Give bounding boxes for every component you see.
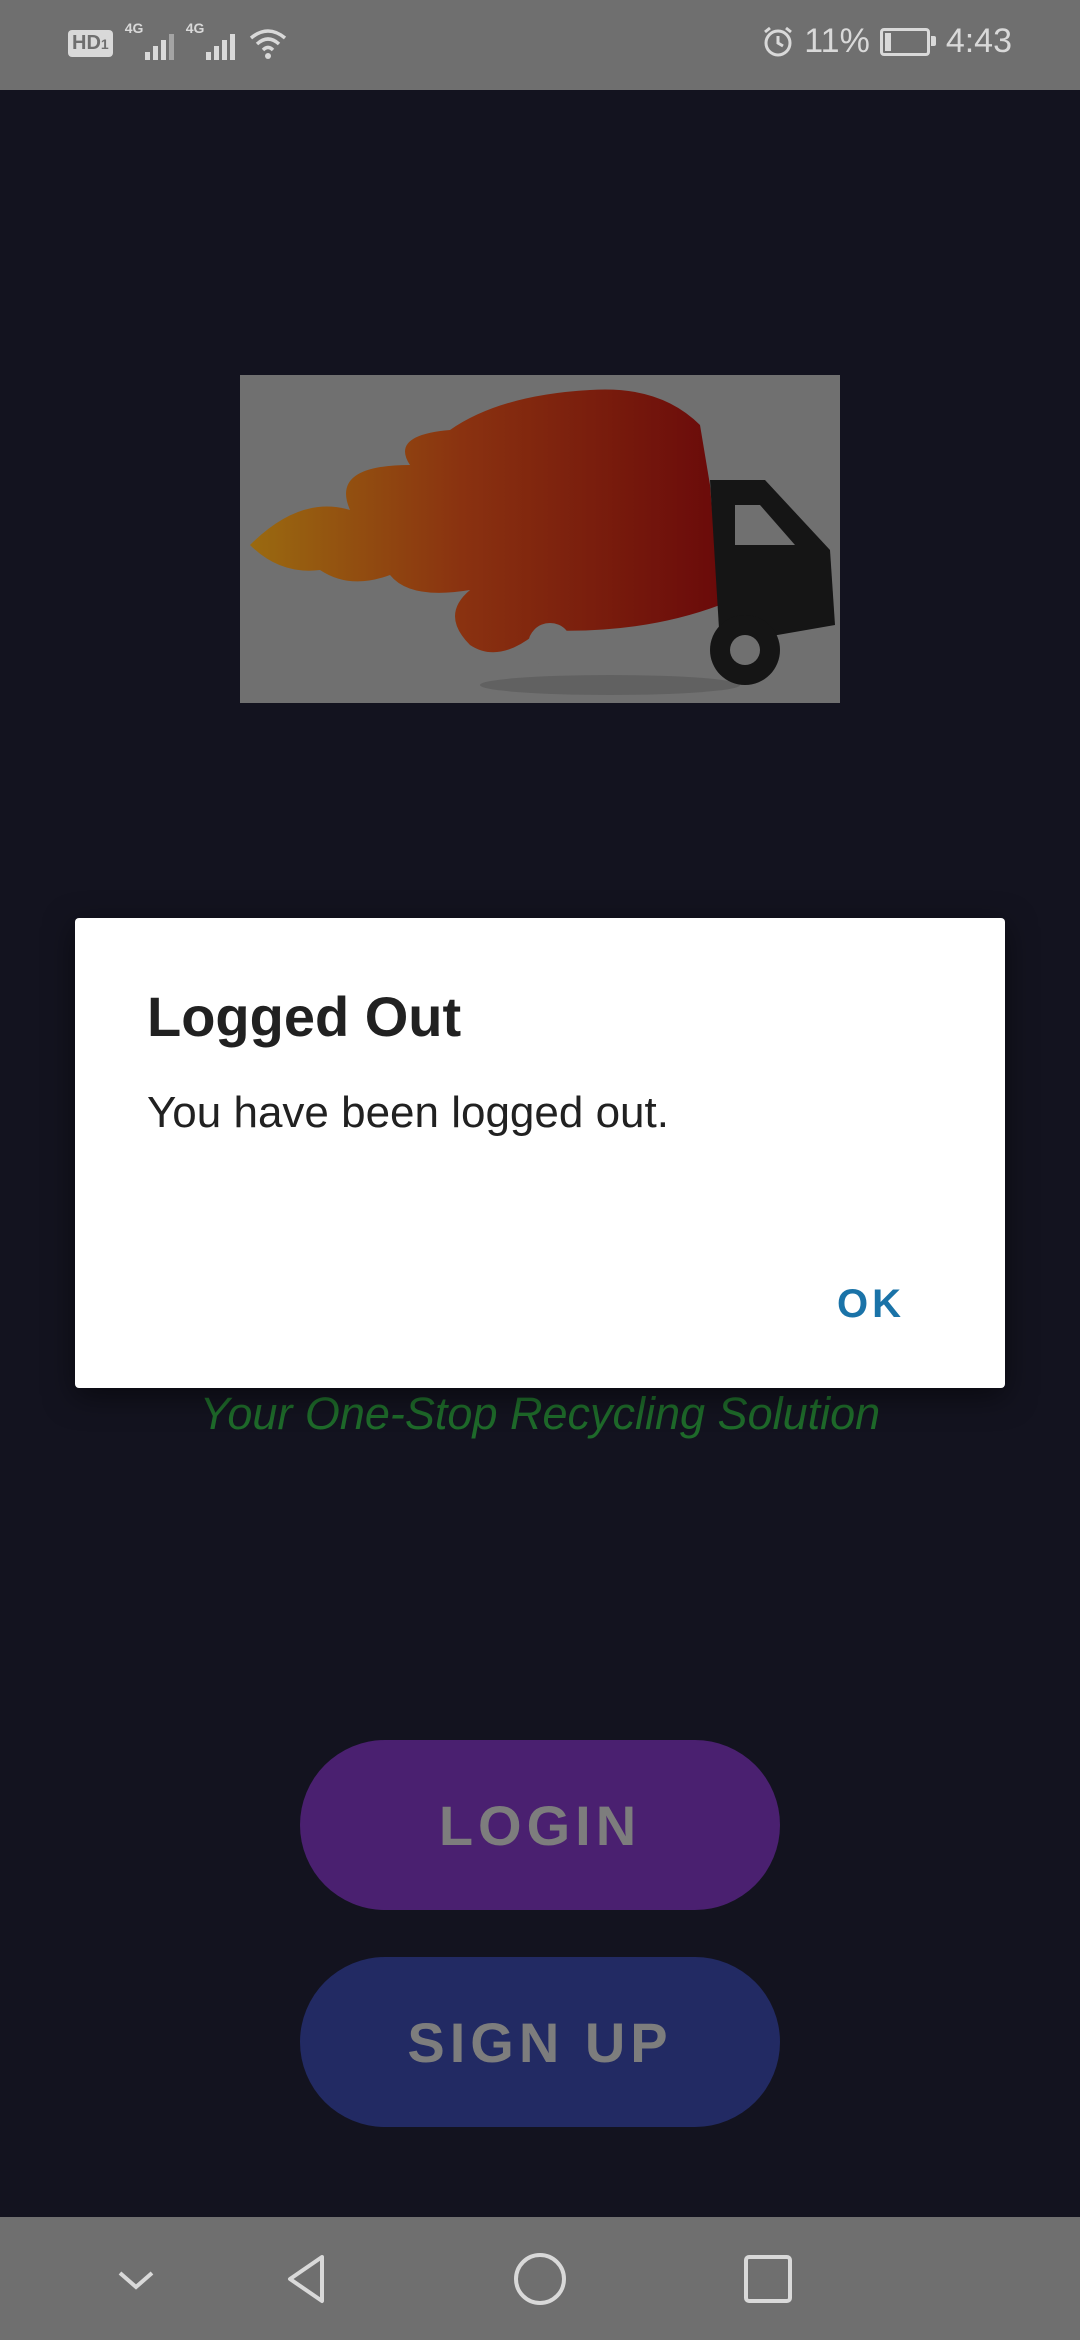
dialog-message: You have been logged out. (147, 1088, 669, 1137)
cell-signal-icon: 4G (125, 20, 174, 60)
back-triangle-icon[interactable] (276, 2247, 340, 2311)
home-circle-icon[interactable] (508, 2247, 572, 2311)
recents-square-icon[interactable] (736, 2247, 800, 2311)
wifi-icon (249, 29, 286, 59)
tagline: Your One-Stop Recycling Solution (199, 1388, 881, 1439)
status-right-icons: 11% 4:43 (762, 22, 1012, 61)
delivery-truck-flames-logo (250, 389, 835, 695)
navigation-bar (0, 2217, 1080, 2340)
logo-image (240, 375, 840, 703)
login-button[interactable]: LOGIN (300, 1740, 780, 1910)
battery-percent: 11% (804, 22, 870, 60)
cell-signal-icon-2: 4G (186, 20, 235, 60)
alarm-icon (764, 26, 793, 56)
clock: 4:43 (945, 22, 1012, 60)
battery-icon (879, 27, 936, 56)
ok-button[interactable]: OK (837, 1282, 905, 1327)
hd-icon: HD1 (68, 29, 113, 57)
status-left-icons: HD1 4G 4G (68, 20, 287, 60)
dialog-title: Logged Out (147, 985, 462, 1048)
status-bar: HD1 4G 4G 11% 4:43 (0, 0, 1080, 90)
logged-out-dialog: Logged Out You have been logged out. OK (75, 918, 1005, 1388)
signup-button[interactable]: SIGN UP (300, 1957, 780, 2127)
chevron-down-icon[interactable] (104, 2247, 168, 2311)
